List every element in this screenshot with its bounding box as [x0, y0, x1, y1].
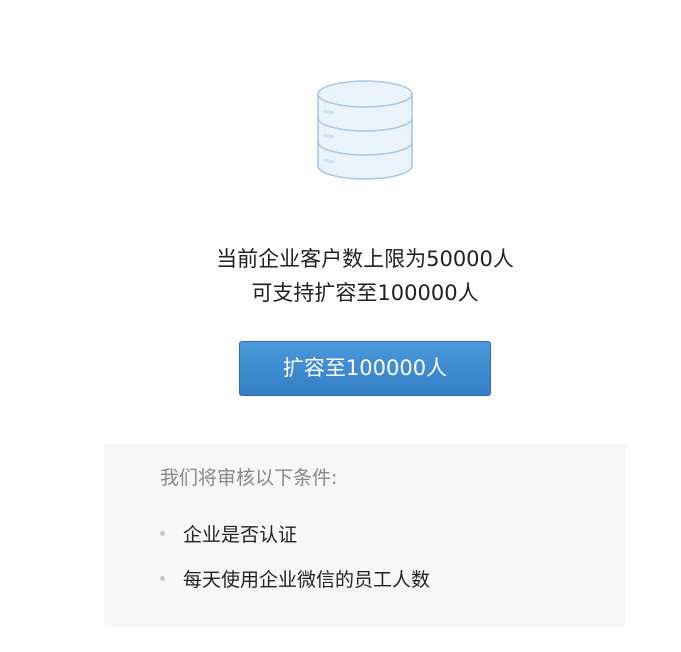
review-criteria-title: 我们将审核以下条件: — [160, 467, 338, 489]
customer-limit-text: 当前企业客户数上限为50000人 — [216, 247, 514, 271]
capacity-expansion-page: 当前企业客户数上限为50000人 可支持扩容至100000人 扩容至100000… — [0, 0, 681, 652]
expand-capacity-button[interactable]: 扩容至100000人 — [239, 341, 491, 396]
database-icon — [317, 80, 413, 180]
criteria-item-verification: 企业是否认证 — [160, 522, 297, 548]
expansion-limit-text: 可支持扩容至100000人 — [251, 281, 479, 305]
criteria-label: 企业是否认证 — [183, 524, 298, 546]
criteria-item-daily-users: 每天使用企业微信的员工人数 — [160, 567, 430, 593]
bullet-icon — [160, 531, 165, 536]
review-criteria-panel: 我们将审核以下条件: 企业是否认证 每天使用企业微信的员工人数 — [104, 444, 626, 627]
bullet-icon — [160, 576, 165, 581]
criteria-label: 每天使用企业微信的员工人数 — [183, 569, 431, 591]
